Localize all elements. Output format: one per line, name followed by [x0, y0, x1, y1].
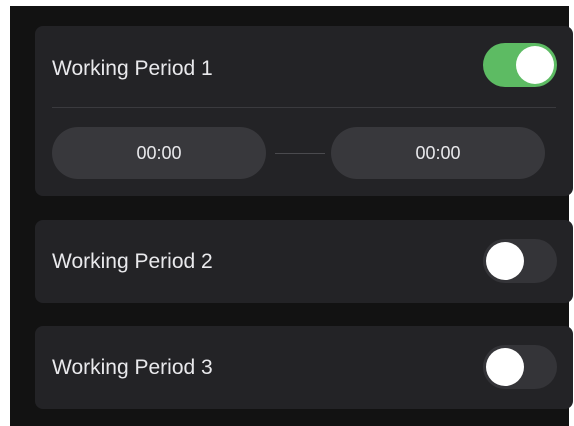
working-period-2-label: Working Period 2 [52, 250, 213, 273]
working-period-3-card: Working Period 3 [35, 326, 573, 409]
working-period-1-label: Working Period 1 [52, 57, 213, 80]
start-time-picker[interactable]: 00:00 [52, 127, 266, 179]
working-periods-screen: Working Period 1 00:00 00:00 Working Per… [10, 6, 573, 426]
toggle-knob [486, 348, 524, 386]
working-period-1-card: Working Period 1 00:00 00:00 [35, 26, 573, 196]
divider [52, 107, 556, 108]
working-period-2-card: Working Period 2 [35, 220, 573, 303]
time-range-separator [275, 153, 325, 154]
toggle-knob [486, 242, 524, 280]
toggle-knob [516, 46, 554, 84]
working-period-3-label: Working Period 3 [52, 356, 213, 379]
end-time-picker[interactable]: 00:00 [331, 127, 545, 179]
working-period-3-toggle[interactable] [483, 345, 557, 389]
working-period-2-toggle[interactable] [483, 239, 557, 283]
working-period-1-toggle[interactable] [483, 43, 557, 87]
